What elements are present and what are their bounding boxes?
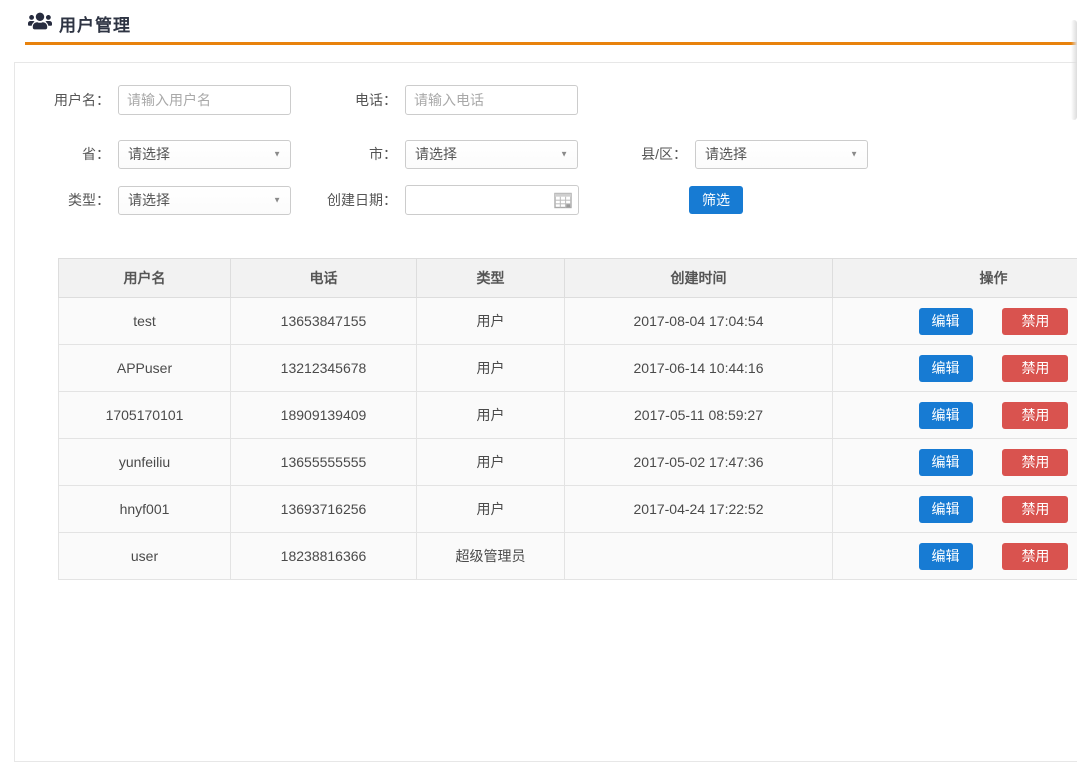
cell-type: 用户 [417,439,565,486]
type-select[interactable]: 请选择 ▼ [118,186,291,215]
filter-button[interactable]: 筛选 [689,186,743,214]
county-field-group: 县/区： 请选择 ▼ [631,139,868,169]
cell-type: 用户 [417,486,565,533]
cell-actions: 编辑 禁用 [833,298,1077,345]
cell-created: 2017-05-11 08:59:27 [565,392,833,439]
province-select[interactable]: 请选择 ▼ [118,140,291,169]
city-select-value: 请选择 [406,144,457,164]
column-header-actions: 操作 [833,259,1077,298]
cell-username: user [59,533,231,580]
cell-phone: 13655555555 [231,439,417,486]
cell-type: 用户 [417,298,565,345]
table-row: 1705170101 18909139409 用户 2017-05-11 08:… [59,392,1077,439]
disable-button[interactable]: 禁用 [1002,543,1068,570]
cell-username: hnyf001 [59,486,231,533]
phone-field-group: 电话： [349,85,578,115]
page-title: 用户管理 [59,11,131,36]
city-label: 市： [349,144,397,164]
users-icon [28,11,59,36]
username-field-group: 用户名： [40,85,291,115]
disable-button[interactable]: 禁用 [1002,496,1068,523]
province-select-value: 请选择 [119,144,170,164]
header-accent-rule [25,42,1077,45]
username-input[interactable] [118,85,291,115]
column-header-username: 用户名 [59,259,231,298]
column-header-type: 类型 [417,259,565,298]
chevron-down-icon: ▼ [560,150,568,159]
type-select-value: 请选择 [119,190,170,210]
create-date-field-group: 创建日期： [321,185,579,215]
county-select-value: 请选择 [696,144,747,164]
edit-button[interactable]: 编辑 [919,496,973,523]
cell-actions: 编辑 禁用 [833,439,1077,486]
chevron-down-icon: ▼ [850,150,858,159]
type-label: 类型： [40,190,110,210]
county-label: 县/区： [631,144,687,164]
cell-phone: 18909139409 [231,392,417,439]
city-select[interactable]: 请选择 ▼ [405,140,578,169]
edit-button[interactable]: 编辑 [919,543,973,570]
cell-created [565,533,833,580]
phone-input[interactable] [405,85,578,115]
edit-button[interactable]: 编辑 [919,402,973,429]
cell-actions: 编辑 禁用 [833,392,1077,439]
table-row: yunfeiliu 13655555555 用户 2017-05-02 17:4… [59,439,1077,486]
table-row: user 18238816366 超级管理员 编辑 禁用 [59,533,1077,580]
column-header-phone: 电话 [231,259,417,298]
cell-actions: 编辑 禁用 [833,345,1077,392]
table-row: APPuser 13212345678 用户 2017-06-14 10:44:… [59,345,1077,392]
cell-created: 2017-05-02 17:47:36 [565,439,833,486]
content-panel: 用户名： 电话： 省： 请选择 ▼ 市： 请选择 ▼ 县/区： 请选择 ▼ 类型… [14,62,1077,762]
county-select[interactable]: 请选择 ▼ [695,140,868,169]
cell-actions: 编辑 禁用 [833,486,1077,533]
table-header-row: 用户名 电话 类型 创建时间 操作 [59,259,1077,298]
type-field-group: 类型： 请选择 ▼ [40,185,291,215]
edit-button[interactable]: 编辑 [919,449,973,476]
cell-created: 2017-06-14 10:44:16 [565,345,833,392]
username-label: 用户名： [40,90,110,110]
edit-button[interactable]: 编辑 [919,308,973,335]
cell-phone: 13212345678 [231,345,417,392]
cell-created: 2017-08-04 17:04:54 [565,298,833,345]
phone-label: 电话： [349,90,397,110]
page-header: 用户管理 [0,0,1077,46]
cell-username: yunfeiliu [59,439,231,486]
disable-button[interactable]: 禁用 [1002,355,1068,382]
disable-button[interactable]: 禁用 [1002,449,1068,476]
cell-phone: 13693716256 [231,486,417,533]
city-field-group: 市： 请选择 ▼ [349,139,578,169]
cell-type: 用户 [417,345,565,392]
chevron-down-icon: ▼ [273,150,281,159]
edit-button[interactable]: 编辑 [919,355,973,382]
cell-username: APPuser [59,345,231,392]
table-row: test 13653847155 用户 2017-08-04 17:04:54 … [59,298,1077,345]
cell-phone: 18238816366 [231,533,417,580]
province-field-group: 省： 请选择 ▼ [40,139,291,169]
calendar-icon[interactable] [554,192,572,214]
column-header-created: 创建时间 [565,259,833,298]
cell-phone: 13653847155 [231,298,417,345]
cell-type: 超级管理员 [417,533,565,580]
chevron-down-icon: ▼ [273,196,281,205]
cell-type: 用户 [417,392,565,439]
cell-created: 2017-04-24 17:22:52 [565,486,833,533]
table-row: hnyf001 13693716256 用户 2017-04-24 17:22:… [59,486,1077,533]
users-table: 用户名 电话 类型 创建时间 操作 test 13653847155 用户 20… [58,258,1077,580]
province-label: 省： [40,144,110,164]
disable-button[interactable]: 禁用 [1002,308,1068,335]
create-date-input[interactable] [405,185,579,215]
scrollbar-thumb[interactable] [1071,20,1077,120]
disable-button[interactable]: 禁用 [1002,402,1068,429]
cell-actions: 编辑 禁用 [833,533,1077,580]
cell-username: 1705170101 [59,392,231,439]
cell-username: test [59,298,231,345]
create-date-label: 创建日期： [321,190,397,210]
